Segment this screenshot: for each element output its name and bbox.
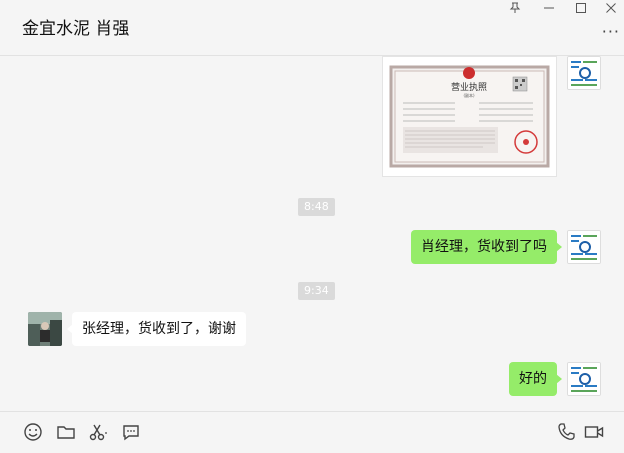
my-avatar[interactable] [567, 56, 601, 90]
my-avatar[interactable] [567, 230, 601, 264]
maximize-icon[interactable] [568, 0, 594, 16]
input-toolbar [0, 411, 624, 453]
business-license-image: 营业执照 (副本) [389, 65, 550, 168]
chat-title: 金宜水泥 肖强 [22, 19, 130, 39]
license-title: 营业执照 [451, 81, 487, 93]
chat-history-icon[interactable] [121, 422, 141, 442]
my-avatar[interactable] [567, 362, 601, 396]
timestamp: 8:48 [298, 198, 335, 216]
message-bubble-outgoing[interactable]: 好的 [509, 362, 562, 396]
contact-avatar[interactable] [28, 312, 62, 346]
minimize-icon[interactable] [536, 0, 562, 16]
timestamp: 9:34 [298, 282, 335, 300]
license-subtitle: (副本) [463, 92, 475, 98]
message-bubble-outgoing[interactable]: 肖经理，货收到了吗 [411, 230, 562, 264]
message-list: 营业执照 (副本) 8:48 肖经理，货收到了吗 9:34 张经理，货收到了，谢… [0, 56, 624, 411]
more-options-button[interactable]: ··· [602, 22, 620, 41]
emoji-icon[interactable] [23, 422, 43, 442]
scissors-icon[interactable] [88, 422, 108, 442]
video-icon[interactable] [584, 422, 604, 442]
phone-icon[interactable] [556, 422, 576, 442]
close-icon[interactable] [598, 0, 624, 16]
chat-header: 金宜水泥 肖强 ··· [0, 0, 624, 56]
pin-icon[interactable] [502, 0, 528, 16]
folder-icon[interactable] [56, 422, 76, 442]
image-message[interactable]: 营业执照 (副本) [382, 56, 557, 177]
message-bubble-incoming[interactable]: 张经理，货收到了，谢谢 [67, 312, 246, 346]
